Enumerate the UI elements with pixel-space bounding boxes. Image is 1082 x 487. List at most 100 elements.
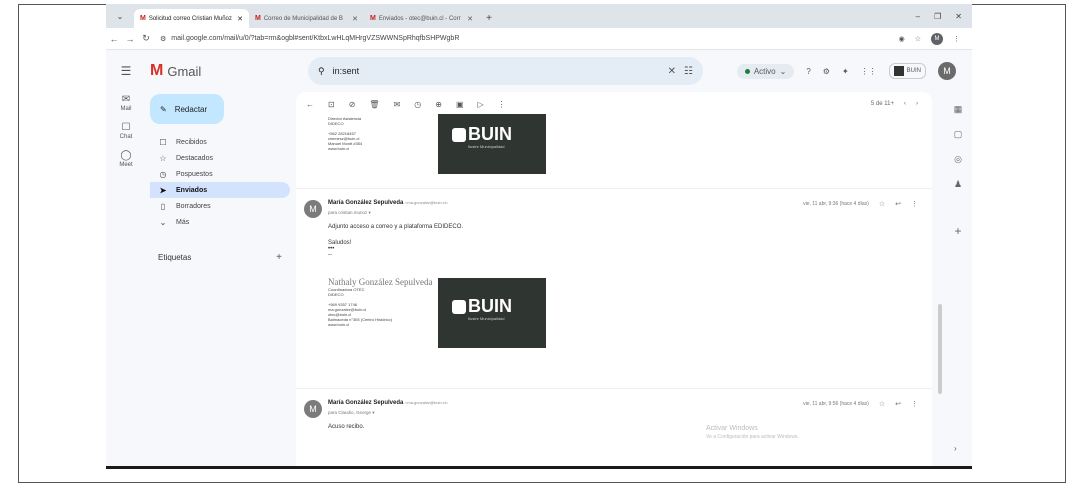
status-dot-icon <box>744 68 750 74</box>
keep-icon[interactable]: ▢ <box>954 129 963 140</box>
restore-icon[interactable]: ❐ <box>934 12 941 21</box>
mark-unread-icon[interactable]: ✉ <box>394 100 401 109</box>
reply-icon[interactable]: ↩ <box>895 400 901 408</box>
more-icon[interactable]: ⋮ <box>911 400 918 408</box>
close-icon[interactable]: ✕ <box>352 15 358 23</box>
send-icon: ➤ <box>159 185 167 195</box>
contacts-icon[interactable]: ♟ <box>954 179 962 190</box>
expand-panel-icon[interactable]: › <box>954 444 957 453</box>
tab-title: Enviados - otec@buin.cl - Corr <box>378 15 461 22</box>
add-task-icon[interactable]: ⊕ <box>435 100 442 109</box>
recipients-toggle[interactable]: para cristian.munoz ▾ <box>328 210 371 216</box>
reply-icon[interactable]: ↩ <box>895 200 901 208</box>
report-spam-icon[interactable]: ⊘ <box>349 100 356 109</box>
reload-icon[interactable]: ↻ <box>138 33 154 44</box>
move-to-icon[interactable]: ▣ <box>456 100 464 109</box>
prev-icon[interactable]: ‹ <box>904 101 906 107</box>
extension-icon[interactable]: ◉ <box>899 35 905 43</box>
sender-email: <ma.gonzalez@buin.cl> <box>405 200 449 205</box>
labels-heading: Etiquetas <box>158 253 192 262</box>
compose-button[interactable]: ✎ Redactar <box>150 94 224 124</box>
new-tab-button[interactable]: + <box>479 9 499 28</box>
delete-icon[interactable]: 🗑 <box>369 100 379 109</box>
sidebar-item-pospuestos[interactable]: ◷ Pospuestos <box>150 166 290 182</box>
message-pane: ← ⊡ ⊘ 🗑 ✉ ◷ ⊕ ▣ ▷ ⋮ 5 de 11+ ‹ › Directo… <box>296 92 932 466</box>
close-icon[interactable]: ✕ <box>237 15 243 23</box>
org-badge-label: BUIN <box>906 68 921 74</box>
message-body: Adjunto acceso a correo y a plataforma E… <box>328 224 464 258</box>
scrollbar[interactable] <box>938 304 942 394</box>
more-options-icon[interactable]: ⋮ <box>498 100 506 109</box>
star-icon[interactable]: ☆ <box>879 400 885 408</box>
calendar-icon[interactable]: ▦ <box>954 104 963 115</box>
rail-item-mail[interactable]: ✉ Mail <box>106 94 146 112</box>
apps-grid-icon[interactable]: ⋮⋮ <box>861 67 877 76</box>
pencil-icon: ✎ <box>160 104 167 114</box>
add-label-icon[interactable]: + <box>276 252 282 263</box>
minimize-icon[interactable]: – <box>916 12 920 21</box>
pager-count: 5 de 11+ <box>870 101 894 107</box>
rail-item-chat[interactable]: ☐ Chat <box>106 122 146 140</box>
settings-gear-icon[interactable]: ⚙ <box>823 67 830 76</box>
close-icon[interactable]: ✕ <box>467 15 473 23</box>
next-icon[interactable]: › <box>916 101 918 107</box>
sidebar-item-destacados[interactable]: ☆ Destacados <box>150 150 290 166</box>
close-window-icon[interactable]: ✕ <box>955 12 962 21</box>
signature-block: Nathaly González Sepulveda Coordinadora … <box>328 278 548 348</box>
browser-menu-icon[interactable]: ⋮ <box>953 35 960 43</box>
gmail-logo[interactable]: M Gmail <box>146 62 276 80</box>
address-bar: ← → ↻ ⚙ mail.google.com/mail/u/0/?tab=rm… <box>106 28 972 50</box>
browser-tab[interactable]: M Correo de Municipalidad de B ✕ <box>249 9 364 28</box>
buin-shield-icon <box>452 127 466 142</box>
browser-tab-bar: ⌄ M Solicitud correo Cristian Muñoz ✕ M … <box>106 4 972 28</box>
sender-avatar[interactable]: M <box>304 200 322 218</box>
rail-label: Chat <box>119 134 133 140</box>
buin-shield-icon <box>452 299 466 314</box>
recipients-toggle[interactable]: para Claudio, George ▾ <box>328 410 375 416</box>
sidebar-item-label: Más <box>176 218 190 226</box>
star-icon[interactable]: ☆ <box>879 200 885 208</box>
search-icon[interactable]: ⚲ <box>318 66 325 77</box>
inbox-icon: ☐ <box>159 137 167 147</box>
search-bar[interactable]: ⚲ in:sent ✕ ☷ <box>308 57 703 85</box>
app-name: Gmail <box>167 63 202 79</box>
screenshot-area: ⌄ M Solicitud correo Cristian Muñoz ✕ M … <box>106 4 972 466</box>
browser-tab[interactable]: M Solicitud correo Cristian Muñoz ✕ <box>134 9 249 28</box>
snooze-icon[interactable]: ◷ <box>414 100 421 109</box>
sidebar-item-recibidos[interactable]: ☐ Recibidos <box>150 134 290 150</box>
sidebar-item-mas[interactable]: ⌄ Más <box>150 214 290 230</box>
tab-search-icon[interactable]: ⌄ <box>106 4 134 28</box>
status-dropdown[interactable]: Activo ⌄ <box>736 63 795 79</box>
logo-word: BUIN <box>468 124 512 144</box>
account-avatar[interactable]: M <box>938 62 956 80</box>
search-options-icon[interactable]: ☷ <box>684 66 693 77</box>
back-arrow-icon[interactable]: ← <box>306 100 314 109</box>
rail-item-meet[interactable]: ◯ Meet <box>106 150 146 168</box>
url-field[interactable]: ⚙ mail.google.com/mail/u/0/?tab=rm&ogbl#… <box>160 35 899 43</box>
site-info-icon[interactable]: ⚙ <box>160 35 166 43</box>
sidebar-item-enviados[interactable]: ➤ Enviados <box>150 182 290 198</box>
star-icon: ☆ <box>159 153 167 163</box>
signature-text: Director Asistencia DIDECO +562 28218457… <box>328 116 363 151</box>
chevron-down-icon: ⌄ <box>779 66 787 76</box>
back-icon[interactable]: ← <box>106 34 122 44</box>
tasks-icon[interactable]: ◎ <box>954 154 962 165</box>
more-icon[interactable]: ⋮ <box>911 200 918 208</box>
org-badge[interactable]: BUIN <box>888 63 926 79</box>
label-icon[interactable]: ▷ <box>478 100 484 109</box>
profile-avatar[interactable]: M <box>931 32 943 45</box>
gemini-icon[interactable]: ✦ <box>842 67 849 76</box>
sidebar: ✎ Redactar ☐ Recibidos ☆ Destacados ◷ Po… <box>150 94 290 464</box>
search-input[interactable]: in:sent <box>333 66 360 76</box>
sidebar-item-borradores[interactable]: ▯ Borradores <box>150 198 290 214</box>
add-addon-icon[interactable]: + <box>954 224 961 238</box>
help-icon[interactable]: ? <box>806 67 810 76</box>
forward-icon[interactable]: → <box>122 34 138 44</box>
bookmark-star-icon[interactable]: ☆ <box>915 35 921 43</box>
browser-tab[interactable]: M Enviados - otec@buin.cl - Corr ✕ <box>364 9 479 28</box>
archive-icon[interactable]: ⊡ <box>328 100 335 109</box>
sender-avatar[interactable]: M <box>304 400 322 418</box>
main-menu-icon[interactable]: ☰ <box>106 64 146 78</box>
clear-search-icon[interactable]: ✕ <box>668 66 676 77</box>
message-meta: vie, 11 abr, 9:56 (hace 4 días) ☆ ↩ ⋮ <box>803 400 918 408</box>
